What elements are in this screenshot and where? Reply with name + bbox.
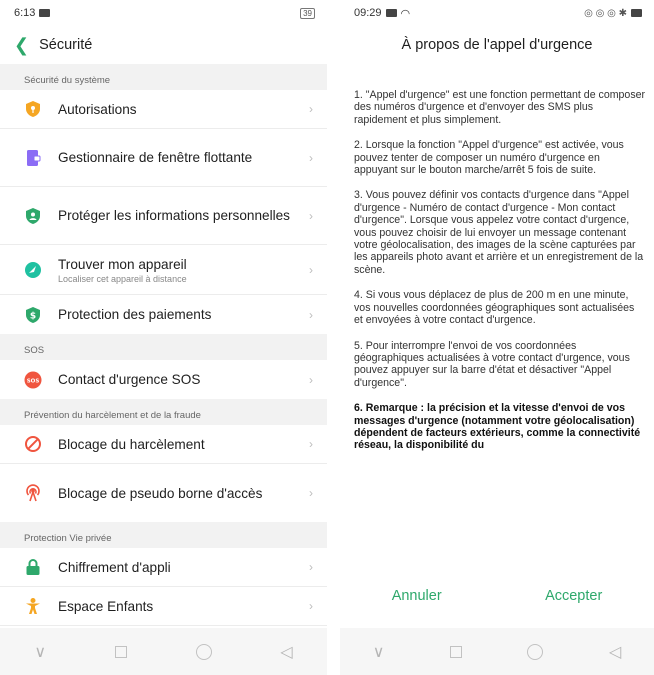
page-title: Sécurité <box>39 37 93 53</box>
back-arrow-icon[interactable]: ❮ <box>14 36 29 54</box>
item-text: Blocage du harcèlement <box>58 436 309 453</box>
chevron-right-icon: › <box>309 307 313 322</box>
status-time: 09:29 <box>354 7 382 19</box>
sos-icon: SOS <box>24 371 42 389</box>
nav-back-icon[interactable]: ◁ <box>609 642 621 662</box>
page-header: ❮ Sécurité <box>0 26 327 64</box>
antenna-icon <box>24 484 42 502</box>
settings-item-block[interactable]: Blocage du harcèlement › <box>0 425 327 464</box>
find-device-icon <box>24 261 42 279</box>
nav-home-icon[interactable] <box>527 643 544 660</box>
settings-item-lock[interactable]: Chiffrement d'appli › <box>0 548 327 587</box>
section-group: Autorisations › Gestionnaire de fenêtre fl… <box>0 90 327 334</box>
dialog-buttons: Annuler Accepter <box>340 588 654 604</box>
navigation-bar: ∨ ◁ <box>340 628 654 675</box>
image-notification-icon <box>385 9 397 17</box>
shield-dollar-icon: $ <box>24 306 42 324</box>
settings-item-shield-person[interactable]: Protéger les informations personnelles › <box>0 187 327 245</box>
cancel-button[interactable]: Annuler <box>392 588 442 604</box>
section-header: Prévention du harcèlement et de la fraud… <box>0 399 327 425</box>
item-text: Blocage de pseudo borne d'accès <box>58 485 309 502</box>
settings-list: Sécurité du système Autorisations › Gestion… <box>0 64 327 665</box>
dialog-title: À propos de l'appel d'urgence <box>401 37 593 53</box>
child-icon <box>24 597 42 615</box>
floating-window-icon <box>24 149 42 167</box>
item-text: Protection des paiements <box>58 306 309 323</box>
settings-item-shield-dollar[interactable]: $ Protection des paiements › <box>0 295 327 334</box>
item-label: Chiffrement d'appli <box>58 559 171 575</box>
item-label: Autorisations <box>58 101 137 117</box>
emergency-call-about-screen: 09:29 ◠ ◎ ◎ ◎ ✱ À propos de l'appel d'ur… <box>340 0 654 675</box>
accept-button[interactable]: Accepter <box>545 588 602 604</box>
item-label: Protection des paiements <box>58 307 212 322</box>
settings-item-sos[interactable]: SOS Contact d'urgence SOS › <box>0 360 327 399</box>
svg-text:$: $ <box>30 311 36 321</box>
shield-person-icon <box>24 207 42 225</box>
info-paragraph: 2. Lorsque la fonction "Appel d'urgence"… <box>354 139 624 177</box>
chevron-right-icon: › <box>309 437 313 451</box>
battery-icon: 39 <box>300 7 315 19</box>
nav-down-icon[interactable]: ∨ <box>373 642 385 662</box>
settings-item-child[interactable]: Espace Enfants › <box>0 587 327 626</box>
status-time: 6:13 <box>14 7 36 19</box>
item-label: Espace Enfants <box>58 598 154 614</box>
chevron-right-icon: › <box>309 102 313 116</box>
nav-home-icon[interactable] <box>195 643 212 660</box>
chevron-right-icon: › <box>309 372 313 387</box>
status-bar: 09:29 ◠ ◎ ◎ ◎ ✱ <box>340 0 654 26</box>
block-icon <box>24 435 42 453</box>
item-text: Gestionnaire de fenêtre flottante <box>58 149 309 166</box>
item-text: Protéger les informations personnelles <box>58 207 309 224</box>
item-label: Contact d'urgence SOS <box>58 372 201 387</box>
chevron-right-icon: › <box>309 486 313 500</box>
wifi-icon: ◠ <box>400 7 411 20</box>
chevron-right-icon: › <box>309 599 313 613</box>
chevron-right-icon: › <box>309 560 313 574</box>
item-subtitle: Localiser cet appareil à distance <box>58 273 187 284</box>
section-group: Blocage du harcèlement › Blocage de pseudo… <box>0 425 327 522</box>
image-notification-icon <box>39 9 51 17</box>
item-text: Contact d'urgence SOS <box>58 371 309 388</box>
section-header: Protection Vie privée <box>0 522 327 548</box>
chevron-right-icon: › <box>309 150 313 165</box>
item-label: Trouver mon appareil <box>58 256 187 272</box>
status-bar: 6:13 39 <box>0 0 327 26</box>
navigation-bar: ∨ ◁ <box>0 628 327 675</box>
status-icons: ◎ ◎ ◎ ✱ <box>584 7 627 19</box>
section-header: SOS <box>0 334 327 360</box>
item-text: Trouver mon appareil Localiser cet appare… <box>58 256 309 284</box>
settings-item-floating-window[interactable]: Gestionnaire de fenêtre flottante › <box>0 129 327 187</box>
nav-recents-icon[interactable] <box>114 645 127 658</box>
settings-item-antenna[interactable]: Blocage de pseudo borne d'accès › <box>0 464 327 522</box>
item-label: Blocage de pseudo borne d'accès <box>58 485 263 501</box>
info-note: 6. Remarque : la précision et la vitesse… <box>354 402 641 452</box>
item-label: Blocage du harcèlement <box>58 436 205 452</box>
lock-icon <box>24 558 42 576</box>
section-header: Sécurité du système <box>0 64 327 90</box>
item-text: Chiffrement d'appli <box>58 559 309 576</box>
info-paragraph: 3. Vous pouvez définir vos contacts d'ur… <box>354 189 644 276</box>
item-label: Gestionnaire de fenêtre flottante <box>58 150 253 165</box>
nav-back-icon[interactable]: ◁ <box>280 642 292 662</box>
settings-item-find-device[interactable]: Trouver mon appareil Localiser cet appare… <box>0 245 327 295</box>
info-paragraph: 4. Si vous vous déplacez de plus de 200 … <box>354 289 635 327</box>
settings-item-shield-key[interactable]: Autorisations › <box>0 90 327 129</box>
security-settings-screen: 6:13 39 ❮ Sécurité Sécurité du système Au… <box>0 0 327 675</box>
battery-icon <box>631 9 642 17</box>
chevron-right-icon: › <box>309 208 313 223</box>
nav-recents-icon[interactable] <box>449 645 462 658</box>
dialog-body: 1. "Appel d'urgence" est une fonction pe… <box>340 64 654 452</box>
info-paragraph: 1. "Appel d'urgence" est une fonction pe… <box>354 89 646 126</box>
item-label: Protéger les informations personnelles <box>58 208 290 223</box>
nav-down-icon[interactable]: ∨ <box>34 642 46 662</box>
svg-text:SOS: SOS <box>27 378 40 384</box>
section-group: SOS Contact d'urgence SOS › <box>0 360 327 399</box>
item-text: Autorisations <box>58 101 309 118</box>
info-paragraph: 5. Pour interrompre l'envoi de vos coord… <box>354 339 630 389</box>
shield-key-icon <box>24 100 42 118</box>
chevron-right-icon: › <box>309 262 313 277</box>
item-text: Espace Enfants <box>58 598 309 615</box>
